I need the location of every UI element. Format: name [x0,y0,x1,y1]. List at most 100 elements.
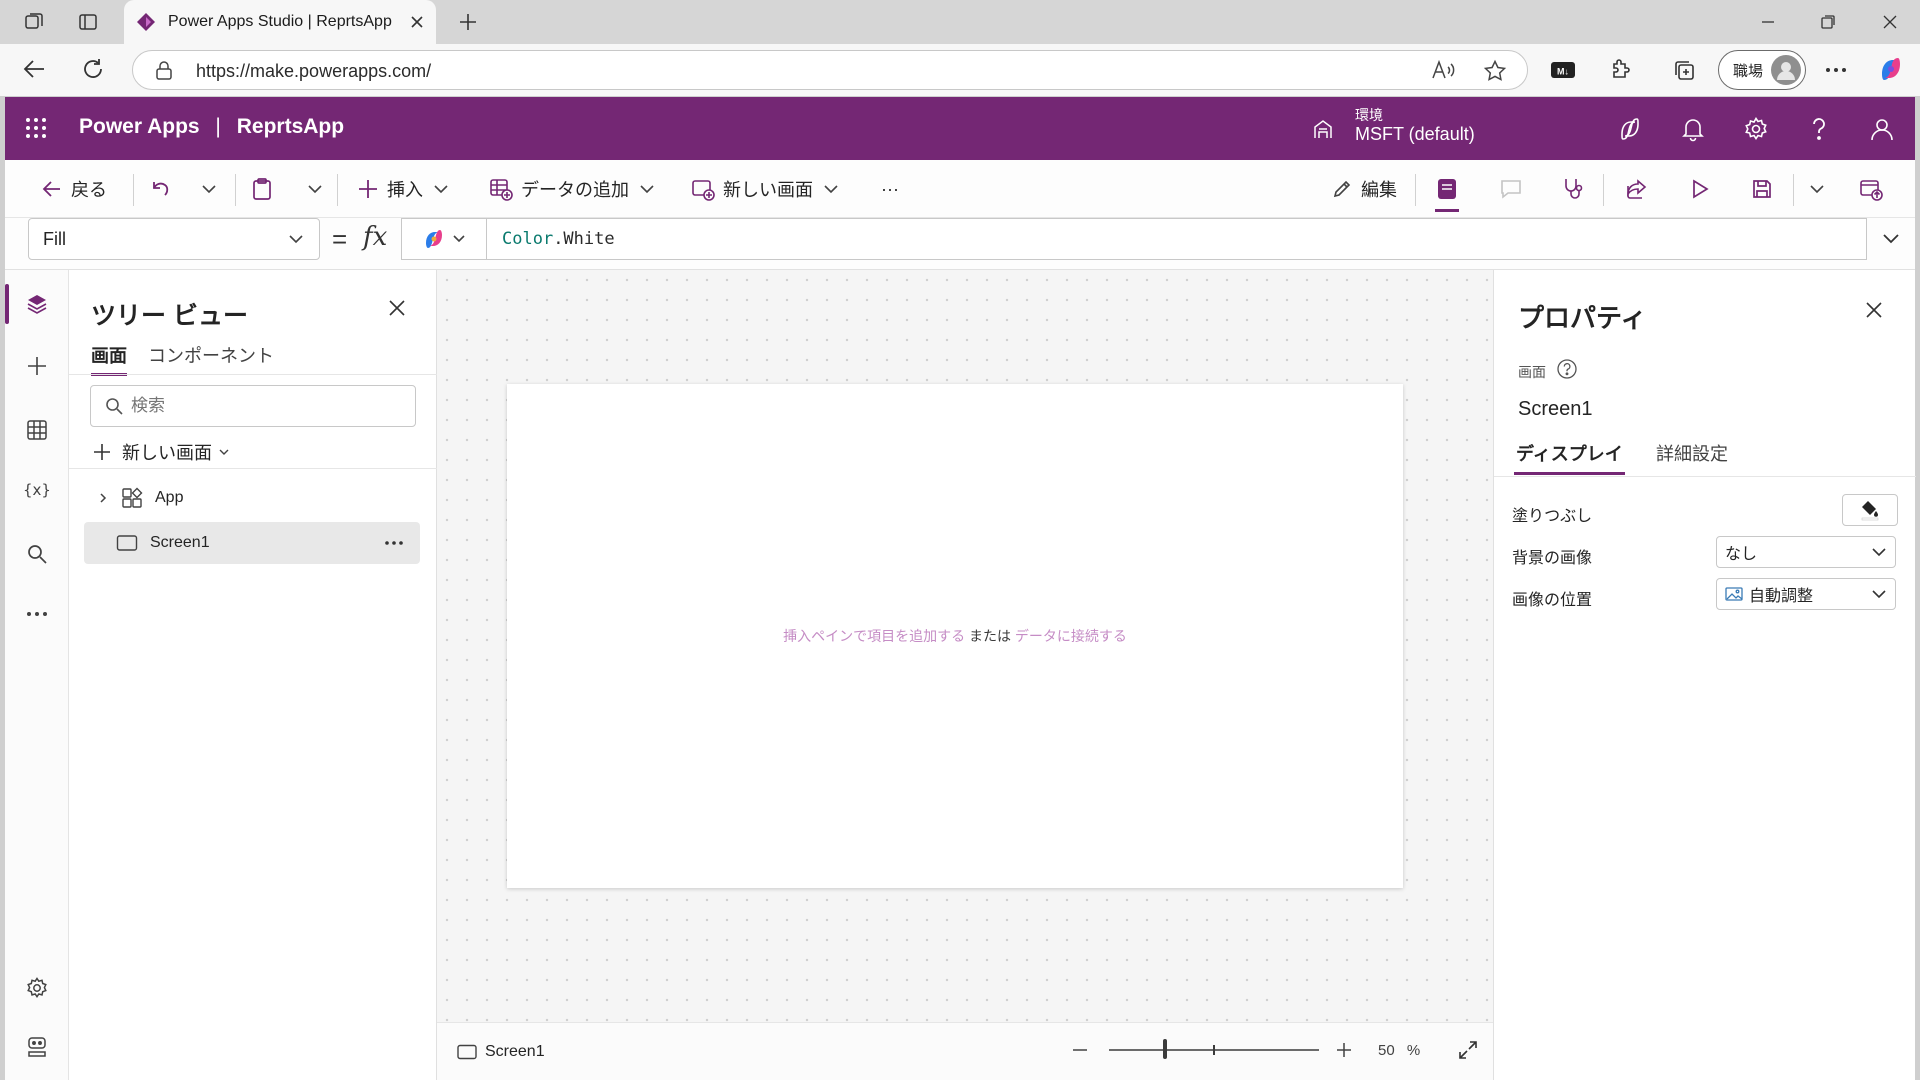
copilot-app-icon[interactable] [1614,113,1646,145]
copilot-formula-button[interactable] [402,219,487,259]
equals-sign: = [332,224,348,254]
screen-selector[interactable]: Screen1 [457,1043,545,1061]
more-commands-button[interactable]: ··· [881,172,899,206]
more-icon[interactable] [21,598,53,630]
close-icon[interactable] [1864,300,1884,320]
variables-icon[interactable]: {x} [21,474,53,506]
tab-components[interactable]: コンポーネント [148,342,274,368]
tree-item-screen1[interactable]: Screen1 [84,522,420,564]
app-header: Power Apps | ReprtsApp 環境 MSFT (default) [5,97,1915,160]
image-fit-icon [1725,586,1743,602]
formula-object: Color [502,229,554,249]
tab-close-icon[interactable] [410,15,424,29]
collections-icon[interactable] [1672,58,1696,82]
app-checker-button[interactable] [1561,172,1585,206]
new-screen-icon [691,177,715,201]
account-person-icon[interactable] [1866,113,1898,145]
copilot-icon[interactable] [1876,54,1906,84]
tab-display[interactable]: ディスプレイ [1514,440,1625,475]
tree-item-app[interactable]: App [69,478,437,518]
zoom-slider-thumb[interactable] [1163,1039,1167,1059]
add-data-button[interactable]: データの追加 [489,172,655,206]
clipboard-icon [251,177,273,201]
new-tab-icon[interactable] [452,8,484,36]
help-question-icon[interactable] [1803,113,1835,145]
plus-icon [92,442,112,462]
formula-input[interactable]: Color.White [401,218,1867,260]
insert-plus-icon[interactable] [21,350,53,382]
chevron-right-icon[interactable] [97,492,109,504]
refresh-icon[interactable] [80,56,106,82]
save-button[interactable] [1751,172,1773,206]
browser-tab-active[interactable]: Power Apps Studio | ReprtsApp [124,0,436,44]
add-item-from-insert-link[interactable]: 挿入ペインで項目を追加する [783,628,965,644]
publish-icon [1859,177,1883,201]
tab-screens[interactable]: 画面 [91,342,127,376]
read-aloud-icon[interactable] [1431,59,1455,81]
notifications-bell-icon[interactable] [1677,113,1709,145]
zoom-in-plus-icon[interactable] [1335,1041,1353,1059]
favorite-star-icon[interactable] [1483,59,1507,83]
paste-button[interactable] [251,172,273,206]
url-input[interactable]: https://make.powerapps.com/ [132,50,1528,90]
search-icon[interactable] [21,538,53,570]
new-screen-button[interactable]: 新しい画面 [92,436,230,468]
share-button[interactable] [1625,172,1649,206]
environment-value[interactable]: MSFT (default) [1355,124,1475,145]
markdown-extension-icon[interactable]: M↓ [1550,60,1576,80]
back-arrow-icon[interactable] [22,56,48,82]
undo-dropdown-button[interactable] [201,172,217,206]
settings-more-icon[interactable] [1822,58,1850,82]
expand-formula-button[interactable] [1881,228,1901,248]
restore-icon[interactable] [1800,0,1856,44]
settings-gear-icon[interactable] [21,972,53,1004]
publish-button[interactable] [1859,172,1883,206]
comments-button[interactable] [1499,172,1523,206]
empty-screen-hint: 挿入ペインで項目を追加する または データに接続する [507,626,1403,646]
help-question-icon[interactable] [1556,358,1578,380]
fit-to-window-icon[interactable] [1457,1039,1479,1061]
save-dropdown-button[interactable] [1809,172,1825,206]
undo-button[interactable] [149,172,171,206]
chevron-down-icon [287,230,305,248]
paste-dropdown-button[interactable] [307,172,323,206]
tree-view-layers-icon[interactable] [21,288,53,320]
edit-button[interactable]: 編集 [1331,172,1397,206]
workspaces-icon[interactable] [18,8,50,36]
profile-button[interactable]: 職場 [1718,50,1806,90]
fill-color-picker[interactable] [1842,494,1898,526]
plus-icon [357,178,379,200]
background-image-value: なし [1725,546,1758,563]
app-launcher-waffle-icon[interactable] [25,117,47,139]
back-button[interactable]: 戻る [41,172,107,206]
image-position-dropdown[interactable]: 自動調整 [1716,578,1896,610]
app-checker-pane-button[interactable] [1435,168,1459,212]
zoom-out-minus-icon[interactable] [1071,1041,1089,1059]
extensions-puzzle-icon[interactable] [1608,58,1632,82]
screen-canvas[interactable]: 挿入ペインで項目を追加する または データに接続する [507,384,1403,888]
more-options-icon[interactable] [384,540,404,546]
fill-label: 塗りつぶし [1512,508,1593,525]
preview-play-button[interactable] [1689,172,1711,206]
connect-to-data-link[interactable]: データに接続する [1015,628,1127,644]
background-image-dropdown[interactable]: なし [1716,536,1896,568]
new-screen-button[interactable]: 新しい画面 [691,172,839,206]
environment-icon[interactable] [1311,117,1335,141]
tab-advanced[interactable]: 詳細設定 [1656,440,1728,466]
zoom-unit: % [1406,1042,1421,1059]
fx-label: fx [363,222,388,252]
settings-gear-icon[interactable] [1740,113,1772,145]
virtual-agent-bot-icon[interactable] [21,1030,53,1062]
zoom-slider-tick [1213,1045,1215,1055]
property-selector[interactable]: Fill [28,218,320,260]
chevron-down-icon [1871,544,1887,560]
tab-actions-icon[interactable] [72,8,104,36]
close-window-icon[interactable] [1862,0,1918,44]
minimize-icon[interactable] [1740,0,1796,44]
chevron-down-icon [307,181,323,197]
close-icon[interactable] [387,298,407,318]
insert-button[interactable]: 挿入 [357,172,449,206]
data-table-icon[interactable] [21,414,53,446]
tree-search-input[interactable] [90,385,416,427]
site-info-lock-icon[interactable] [155,61,173,81]
